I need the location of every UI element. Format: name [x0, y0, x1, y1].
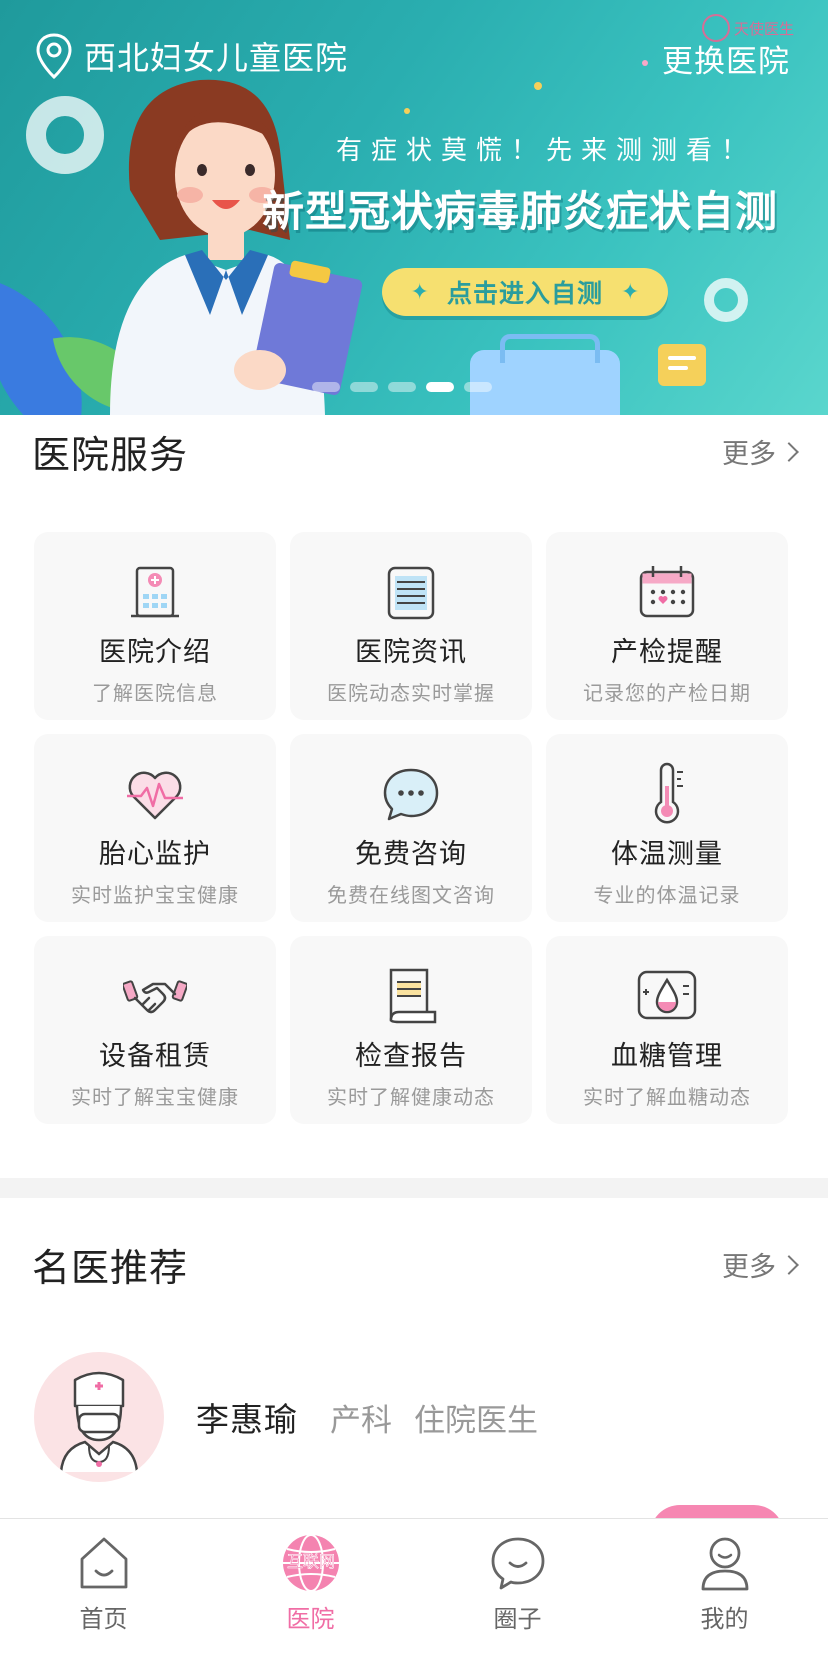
profile-icon [701, 1537, 748, 1591]
location-row: 西北妇女儿童医院 [34, 32, 348, 80]
tab-home[interactable]: 首页 [0, 1519, 207, 1667]
decor-dot [534, 82, 542, 90]
service-desc: 了解医院信息 [92, 681, 218, 705]
services-grid: 医院介绍 了解医院信息 医院资讯 医院动态实时掌握 产检提醒 记录您的产检日期 … [34, 532, 790, 1124]
pager-dot[interactable] [388, 382, 416, 392]
doctor-department: 产科 [330, 1402, 392, 1439]
service-title: 医院资讯 [355, 637, 467, 668]
banner-title: 新型冠状病毒肺炎症状自测 [262, 187, 779, 236]
service-title: 免费咨询 [355, 839, 467, 870]
heartbeat-icon [127, 771, 183, 820]
services-title: 医院服务 [32, 433, 189, 477]
service-card-fetal-monitor[interactable]: 胎心监护 实时监护宝宝健康 [34, 734, 276, 922]
tab-profile[interactable]: 我的 [621, 1519, 828, 1667]
location-pin-icon [36, 33, 72, 80]
doctor-illustration [110, 79, 363, 415]
covid-self-test-banner[interactable]: 西北妇女儿童医院 天使医生 更换医院 有症状莫慌！先来测测看！ 新型冠状病毒肺炎… [0, 0, 828, 415]
thermometer-icon [654, 762, 683, 824]
service-desc: 实时监护宝宝健康 [71, 883, 239, 907]
service-title: 血糖管理 [611, 1041, 723, 1072]
hospital-name: 西北妇女儿童医院 [84, 39, 349, 77]
doctor-avatar-icon [59, 1371, 139, 1472]
bottom-tab-bar: 首页 互联网 医院 圈子 我的 [0, 1518, 828, 1667]
change-hospital-button[interactable]: 更换医院 [662, 36, 790, 81]
tab-label: 我的 [700, 1605, 749, 1633]
more-label: 更多 [722, 1252, 776, 1283]
service-title: 胎心监护 [99, 839, 211, 870]
service-card-exam-report[interactable]: 检查报告 实时了解健康动态 [290, 936, 532, 1124]
doctors-header: 名医推荐 更多 [32, 1237, 799, 1292]
service-desc: 免费在线图文咨询 [327, 883, 495, 907]
tab-label: 医院 [286, 1605, 335, 1633]
decor-dot [642, 60, 648, 66]
sparkle-icon: ✦ [621, 279, 640, 305]
news-icon [387, 566, 435, 620]
services-more-link[interactable]: 更多 [722, 432, 799, 471]
service-card-hospital-news[interactable]: 医院资讯 医院动态实时掌握 [290, 532, 532, 720]
service-card-prenatal-reminder[interactable]: 产检提醒 记录您的产检日期 [546, 532, 788, 720]
chevron-right-icon [779, 441, 799, 462]
banner-pager[interactable] [312, 382, 492, 392]
hospital-globe-icon: 互联网 [282, 1534, 339, 1592]
chat-icon [383, 768, 439, 821]
service-desc: 实时了解血糖动态 [583, 1085, 751, 1109]
self-test-label: 点击进入自测 [446, 279, 603, 308]
doctor-title: 住院医生 [414, 1402, 538, 1439]
service-desc: 医院动态实时掌握 [327, 681, 495, 705]
doctors-more-link[interactable]: 更多 [722, 1245, 799, 1284]
section-divider [0, 1178, 828, 1198]
service-title: 检查报告 [355, 1041, 467, 1072]
sparkle-icon: ✦ [410, 279, 429, 305]
self-test-button[interactable]: ✦ 点击进入自测 ✦ [382, 268, 668, 316]
service-title: 医院介绍 [99, 637, 211, 668]
service-title: 设备租赁 [99, 1041, 211, 1072]
decor-dot [404, 108, 410, 114]
pager-dot[interactable] [350, 382, 378, 392]
more-label: 更多 [722, 439, 776, 470]
service-desc: 记录您的产检日期 [583, 681, 751, 705]
service-card-temperature[interactable]: 体温测量 专业的体温记录 [546, 734, 788, 922]
service-desc: 专业的体温记录 [593, 883, 741, 907]
handshake-icon [123, 980, 187, 1014]
chevron-right-icon [779, 1254, 799, 1275]
tab-label: 圈子 [493, 1605, 542, 1633]
service-card-hospital-intro[interactable]: 医院介绍 了解医院信息 [34, 532, 276, 720]
services-header: 医院服务 更多 [32, 424, 799, 479]
home-icon [80, 1537, 127, 1589]
blood-drop-icon [637, 970, 697, 1020]
tab-label: 首页 [79, 1605, 128, 1633]
calendar-icon [639, 566, 695, 618]
hospital-icon [131, 566, 179, 618]
banner-subtitle: 有症状莫慌！先来测测看！ [336, 136, 757, 166]
service-card-blood-sugar[interactable]: 血糖管理 实时了解血糖动态 [546, 936, 788, 1124]
service-card-equipment-rental[interactable]: 设备租赁 实时了解宝宝健康 [34, 936, 276, 1124]
service-card-free-consult[interactable]: 免费咨询 免费在线图文咨询 [290, 734, 532, 922]
tab-circle[interactable]: 圈子 [414, 1519, 621, 1667]
report-icon [389, 968, 437, 1024]
pager-dot[interactable] [312, 382, 340, 392]
service-title: 体温测量 [611, 839, 723, 870]
tab-hospital[interactable]: 互联网 医院 [207, 1519, 414, 1667]
doctors-title: 名医推荐 [32, 1246, 189, 1290]
service-title: 产检提醒 [611, 637, 723, 668]
service-desc: 实时了解宝宝健康 [71, 1085, 239, 1109]
decor-ring-right [704, 278, 748, 322]
doctor-name: 李惠瑜 [196, 1400, 298, 1439]
service-desc: 实时了解健康动态 [327, 1085, 495, 1109]
chat-bubble-icon [491, 1537, 544, 1590]
pager-dot[interactable] [464, 382, 492, 392]
medical-case-illustration [470, 334, 620, 415]
doctor-list-item[interactable]: 李惠瑜 产科 住院医生 [34, 1352, 794, 1482]
pager-dot-active[interactable] [426, 382, 454, 392]
doctor-avatar [34, 1352, 164, 1482]
internet-badge-text: 互联网 [286, 1553, 334, 1571]
chat-bubble-decor [658, 344, 706, 386]
